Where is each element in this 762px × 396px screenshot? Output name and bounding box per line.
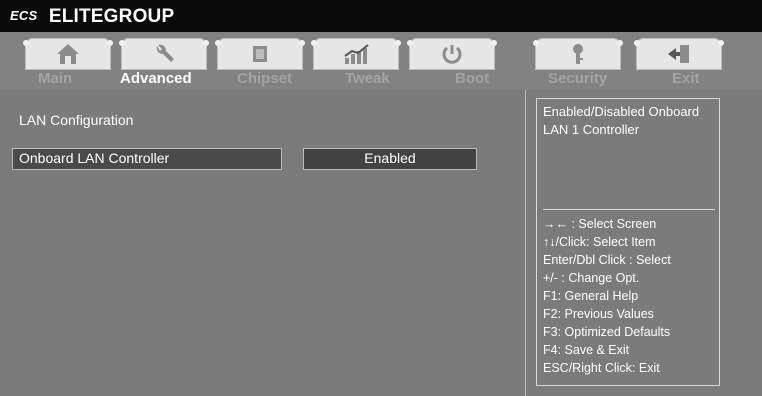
tab-label-tweak[interactable]: Tweak [345, 70, 390, 87]
tab-label-chipset[interactable]: Chipset [237, 70, 292, 87]
key-legend: →← : Select Screen ↑↓/Click: Select Item… [543, 215, 719, 377]
exit-door-icon [668, 45, 689, 63]
key-help-item: F2: Previous Values [543, 307, 654, 321]
ecs-logo: ECS [10, 8, 38, 23]
tab-label-main[interactable]: Main [38, 70, 72, 87]
section-title: LAN Configuration [19, 112, 134, 128]
tab-security[interactable] [533, 38, 623, 70]
key-help-item: F4: Save & Exit [543, 343, 630, 357]
key-help-item: →← : Select Screen [543, 217, 657, 231]
key-help-item: +/- : Change Opt. [543, 271, 640, 285]
onboard-lan-setting[interactable]: Onboard LAN Controller [12, 148, 282, 170]
key-icon [573, 44, 583, 64]
content-area: LAN Configuration Onboard LAN Controller… [0, 90, 762, 396]
setting-label: Onboard LAN Controller [19, 150, 170, 166]
tab-tweak[interactable] [311, 38, 401, 70]
tab-boot[interactable] [407, 38, 497, 70]
key-help-item: F1: General Help [543, 289, 639, 303]
setting-value-box[interactable]: Enabled [303, 148, 477, 170]
tab-label-exit[interactable]: Exit [672, 70, 700, 87]
brand: ECS ELITEGROUP [10, 6, 174, 28]
chip-icon [253, 46, 267, 62]
help-description: Enabled/Disabled Onboard LAN 1 Controlle… [543, 104, 700, 137]
tab-label-advanced[interactable]: Advanced [120, 70, 192, 87]
title-bar: ECS ELITEGROUP [0, 0, 762, 32]
key-help-item: ↑↓/Click: Select Item [543, 235, 656, 249]
tab-bar: Main Advanced Chipset Tweak Boot Securit… [0, 32, 762, 90]
help-divider [543, 209, 715, 210]
brand-name: ELITEGROUP [48, 6, 175, 27]
tab-advanced[interactable] [119, 38, 209, 70]
help-panel: Enabled/Disabled Onboard LAN 1 Controlle… [536, 98, 720, 386]
tab-label-security[interactable]: Security [548, 70, 607, 87]
tab-chipset[interactable] [215, 38, 305, 70]
wrench-icon [156, 44, 174, 62]
settings-pane: LAN Configuration Onboard LAN Controller… [0, 90, 526, 396]
key-help-item: Enter/Dbl Click : Select [543, 253, 671, 267]
setting-value: Enabled [364, 150, 416, 166]
home-icon [57, 44, 79, 64]
power-icon [442, 45, 462, 64]
key-help-item: ESC/Right Click: Exit [543, 361, 660, 375]
tab-exit[interactable] [634, 38, 724, 70]
bios-window: ECS ELITEGROUP Main Advanced Chipset Twe… [0, 0, 762, 396]
chart-icon [344, 44, 369, 64]
tab-label-boot[interactable]: Boot [455, 70, 489, 87]
key-help-item: F3: Optimized Defaults [543, 325, 671, 339]
tab-main[interactable] [23, 38, 113, 70]
